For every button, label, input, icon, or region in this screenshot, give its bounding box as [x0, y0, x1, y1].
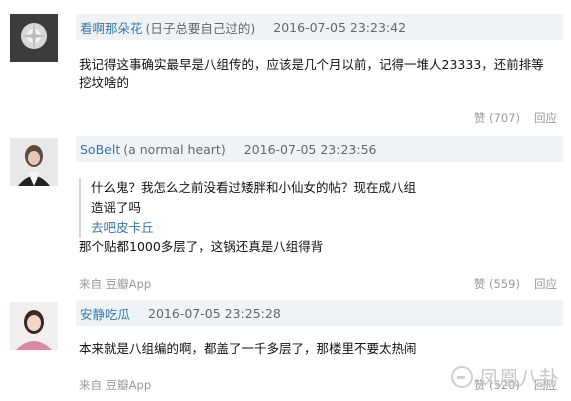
comment-text: 本来就是八组编的啊，都盖了一千多层了，那楼里不要太热闹 — [79, 341, 417, 356]
comment-header: 看啊那朵花 (日子总要自己过的) 2016-07-05 23:23:42 — [76, 14, 563, 40]
comment-actions: 赞 (707) 回应 — [474, 110, 557, 126]
watermark: 凤凰八卦 — [451, 362, 559, 391]
source-label: 来自 豆瓣App — [79, 277, 152, 291]
timestamp: 2016-07-05 23:23:42 — [273, 19, 407, 35]
quoted-comment: 什么鬼？我怎么之前没看过矮胖和小仙女的帖？现在成八组造谣了吗 去吧皮卡丘 — [79, 178, 419, 238]
avatar[interactable] — [10, 302, 58, 350]
avatar[interactable] — [10, 138, 58, 186]
wechat-icon — [451, 365, 473, 388]
author-signature: (a normal heart) — [123, 141, 226, 157]
comment-text: 那个贴都1000多层了，这锅还真是八组得背 — [79, 239, 324, 254]
reply-button[interactable]: 回应 — [534, 276, 557, 292]
quote-text: 什么鬼？我怎么之前没看过矮胖和小仙女的帖？现在成八组造谣了吗 — [91, 180, 417, 215]
author-name[interactable]: 安静吃瓜 — [80, 304, 130, 323]
like-button[interactable]: 赞 (707) — [474, 110, 520, 126]
watermark-text: 凤凰八卦 — [479, 366, 559, 390]
timestamp: 2016-07-05 23:25:28 — [148, 305, 281, 321]
reply-button[interactable]: 回应 — [534, 110, 557, 126]
timestamp: 2016-07-05 23:23:56 — [243, 141, 377, 157]
comment-text: 我记得这事确实最早是八组传的，应该是几个月以前，记得一堆人23333，还前排等挖… — [79, 57, 544, 90]
author-name[interactable]: SoBelt — [80, 142, 120, 157]
like-button[interactable]: 赞 (559) — [474, 276, 520, 292]
comment-header: 安静吃瓜 2016-07-05 23:25:28 — [76, 300, 563, 326]
author-name[interactable]: 看啊那朵花 — [80, 18, 143, 37]
comment-header: SoBelt (a normal heart) 2016-07-05 23:23… — [76, 136, 563, 162]
source-label: 来自 豆瓣App — [79, 378, 152, 392]
avatar[interactable] — [10, 14, 58, 62]
quote-author[interactable]: 去吧皮卡丘 — [91, 218, 419, 238]
author-signature: (日子总要自己过的) — [145, 20, 256, 36]
comment-actions: 赞 (559) 回应 — [474, 276, 557, 292]
